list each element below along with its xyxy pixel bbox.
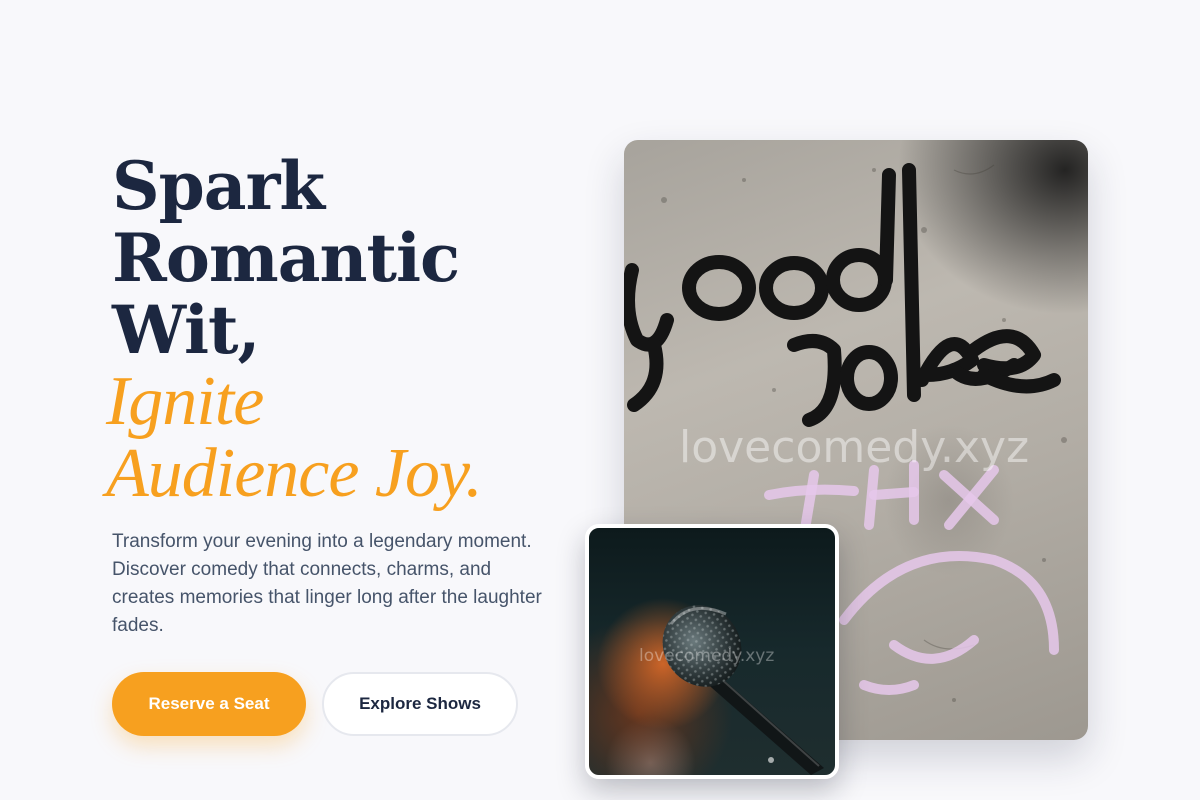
inset-photo-watermark: lovecomedy.xyz — [639, 646, 775, 666]
headline-accent-2: Audience Joy. — [106, 435, 483, 512]
hero-buttons: Reserve a Seat Explore Shows — [112, 672, 518, 736]
hero-description: Transform your evening into a legendary … — [112, 531, 542, 636]
hero-text: Spark Romantic Wit, Ignite Audience Joy.… — [106, 147, 572, 640]
headline-line-2: Romantic — [112, 219, 460, 297]
headline-accent-1: Ignite — [106, 363, 264, 440]
main-photo-watermark: lovecomedy.xyz — [679, 422, 1030, 473]
hero-headline: Spark Romantic Wit, Ignite Audience Joy. — [106, 147, 572, 510]
explore-shows-button[interactable]: Explore Shows — [322, 672, 518, 736]
headline-line-1: Spark — [112, 147, 325, 225]
microphone-photo: lovecomedy.xyz — [585, 524, 839, 779]
headline-line-3: Wit, — [112, 291, 261, 369]
reserve-seat-button[interactable]: Reserve a Seat — [112, 672, 306, 736]
